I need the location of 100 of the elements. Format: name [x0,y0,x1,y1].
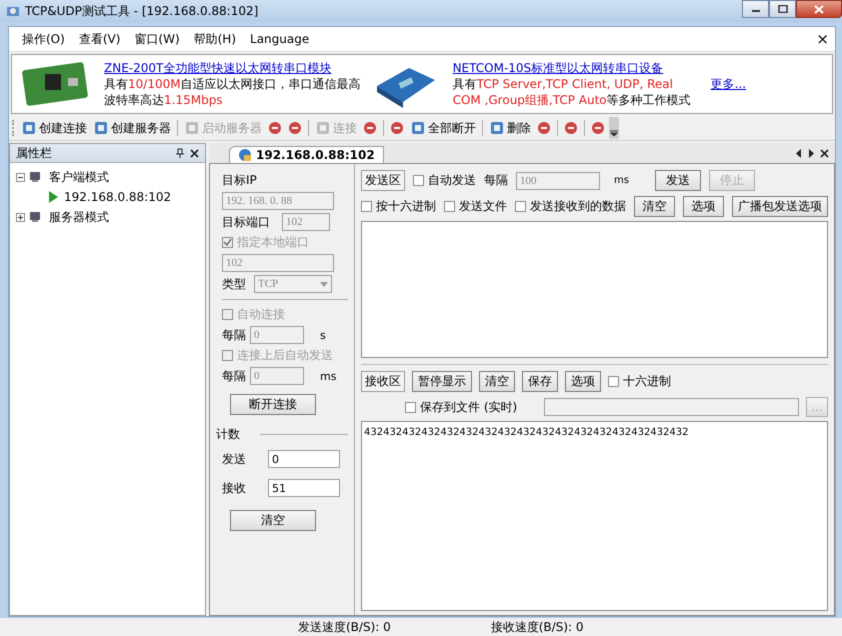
toolbar-icon-button[interactable] [286,119,304,137]
caret-icon [610,130,618,136]
toolbar-icon-button[interactable] [388,119,406,137]
right-arrow-icon[interactable] [808,148,814,158]
product-description: 具有10/100M 自适应以太网接口，串口通信最高 [104,76,361,92]
toolbar-icon [21,120,37,136]
app-icon [6,4,20,18]
send-button[interactable]: 发送 [654,170,701,191]
receive-button[interactable]: 清空 [479,371,515,392]
field-label: 每隔 [484,172,508,189]
field-label: 目标端口 [222,214,270,230]
toolbar-overflow-button[interactable] [609,117,619,139]
unit-label: ms [320,370,336,382]
menu-item[interactable]: 查看(V) [72,28,128,50]
clear-button[interactable]: 清空 [230,510,316,531]
play-icon [48,191,58,203]
product-description: COM ,Group组播,TCP Auto等多种工作模式 [452,92,691,108]
minimize-button[interactable] [742,0,769,18]
product-description: 波特率高达1.15Mbps [104,92,224,108]
panel-title: 属性栏 [16,144,53,162]
menu-item[interactable]: Language [243,30,316,48]
toolbar-icon [489,120,505,136]
minus-circle-icon [267,120,283,136]
unit-label: ms [614,175,629,186]
toolbar-icon-button[interactable] [589,119,607,137]
receive-button[interactable]: 暂停显示 [412,371,472,392]
area-label: 发送区 [361,170,405,191]
status-text: 接收速度(B/S): 0 [490,618,584,636]
field-label: 接收 [222,480,247,496]
computer-icon [29,171,43,183]
checkbox[interactable]: 十六进制 [608,373,671,390]
left-arrow-icon[interactable] [796,148,802,158]
toolbar-icon [410,120,426,136]
toolbar-button[interactable]: 创建服务器 [91,118,173,138]
close-button[interactable] [796,0,842,18]
product-link[interactable]: NETCOM-10S标准型以太网转串口设备 [452,60,691,76]
broadcast-options-button[interactable]: 广播包发送选项 [732,196,828,217]
checkbox[interactable]: 发送文件 [444,198,507,215]
toolbar-button[interactable]: 删除 [487,118,533,138]
toolbar-icon-button[interactable] [535,119,553,137]
field-label: 发送 [222,450,247,468]
tab[interactable]: 192.168.0.88:102 [229,146,384,163]
window-title: TCP&UDP测试工具 - [192.168.0.88:102] [25,2,260,20]
menu-item[interactable]: 操作(O) [15,28,72,50]
more-link[interactable]: 更多... [710,76,746,92]
close-menu-button[interactable]: × [816,30,829,48]
toolbar-icon [93,120,109,136]
options-button[interactable]: 选项 [683,196,724,217]
close-icon [814,4,824,14]
close-icon[interactable] [190,148,199,158]
checkbox[interactable]: 按十六进制 [361,198,436,215]
toolbar-button[interactable]: 全部断开 [408,118,478,138]
tree-item[interactable]: 192.168.0.88:102 [62,190,174,204]
field-label: 类型 [222,276,246,292]
product-description: 具有TCP Server,TCP Client, UDP, Real [452,76,674,92]
toolbar-button[interactable]: 创建连接 [19,118,89,138]
disconnect-button[interactable]: 断开连接 [230,394,316,415]
toolbar-icon-button[interactable] [266,119,284,137]
pin-icon[interactable] [176,148,184,158]
computer-icon [29,211,43,223]
menu-item[interactable]: 窗口(W) [127,28,187,50]
input-field[interactable]: 0 [268,450,340,468]
field-label: 每隔 [222,368,246,384]
toolbar-icon [315,120,331,136]
expander-icon[interactable] [16,212,25,222]
clear-button[interactable]: 清空 [634,196,675,217]
tree-item[interactable]: 客户端模式 [47,168,111,186]
minus-circle-icon [389,120,405,136]
unit-label: s [320,328,326,342]
receive-text-area[interactable]: 432432432432432432432432432432432432432432432432432 [361,421,828,611]
input-field[interactable]: 51 [268,479,340,497]
toolbar-icon-button[interactable] [361,119,379,137]
product-link[interactable]: ZNE-200T全功能型快速以太网转串口模块 [104,60,361,76]
checkbox[interactable]: 自动发送 [413,172,476,189]
checkbox[interactable]: 保存到文件 (实时) [405,398,518,416]
field-label: 目标IP [222,172,258,189]
file-path-field[interactable] [544,398,799,416]
minus-circle-icon [536,120,552,136]
area-label: 接收区 [361,371,405,392]
checkbox[interactable]: 发送接收到的数据 [515,198,626,215]
receive-button[interactable]: 保存 [522,371,558,392]
check-icon [223,238,232,247]
field-label: 每隔 [222,326,246,344]
minus-circle-icon [590,120,606,136]
expander-icon[interactable] [16,172,25,182]
tree-item[interactable]: 服务器模式 [47,208,111,226]
network-icon [238,148,252,162]
caret-icon [320,282,328,286]
close-icon[interactable] [820,148,829,158]
maximize-icon [778,5,788,13]
status-text: 发送速度(B/S): 0 [298,618,391,636]
minus-circle-icon [287,120,303,136]
maximize-button[interactable] [769,0,796,18]
toolbar-icon-button[interactable] [562,119,580,137]
menu-item[interactable]: 帮助(H) [186,28,244,50]
receive-button[interactable]: 选项 [565,371,601,392]
toolbar-icon [184,120,200,136]
minus-circle-icon [362,120,378,136]
minus-circle-icon [563,120,579,136]
group-label: 计数 [216,426,240,443]
